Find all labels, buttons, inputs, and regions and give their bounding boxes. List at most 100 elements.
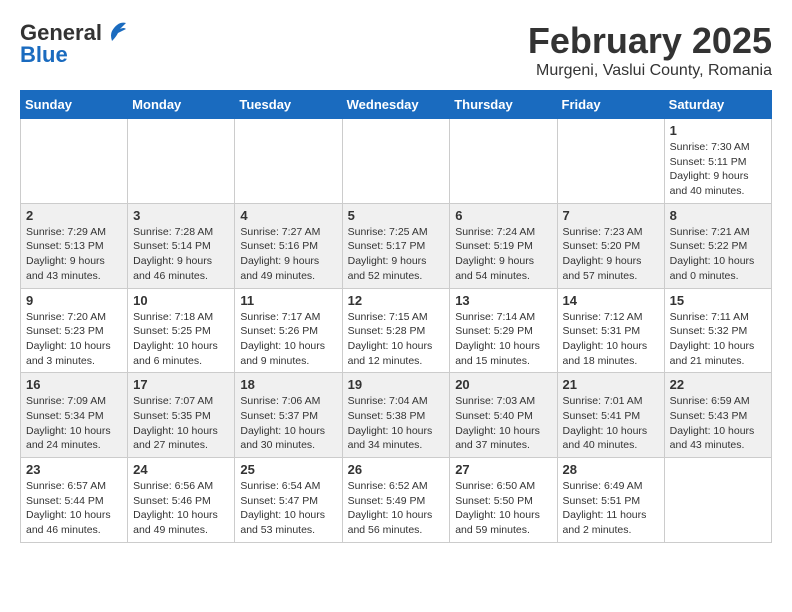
day-info: Sunrise: 6:57 AM Sunset: 5:44 PM Dayligh… [26, 479, 122, 538]
calendar-cell [235, 119, 342, 204]
day-number: 22 [670, 377, 766, 392]
day-info: Sunrise: 7:03 AM Sunset: 5:40 PM Dayligh… [455, 394, 551, 453]
day-info: Sunrise: 7:29 AM Sunset: 5:13 PM Dayligh… [26, 225, 122, 284]
day-info: Sunrise: 7:06 AM Sunset: 5:37 PM Dayligh… [240, 394, 336, 453]
column-header-friday: Friday [557, 91, 664, 119]
day-number: 18 [240, 377, 336, 392]
day-info: Sunrise: 6:49 AM Sunset: 5:51 PM Dayligh… [563, 479, 659, 538]
day-number: 28 [563, 462, 659, 477]
calendar-cell: 3Sunrise: 7:28 AM Sunset: 5:14 PM Daylig… [128, 203, 235, 288]
calendar-cell: 11 Sunrise: 7:17 AM Sunset: 5:26 PM Dayli… [235, 288, 342, 373]
calendar-title: February 2025 [528, 20, 772, 62]
day-info: Sunrise: 6:54 AM Sunset: 5:47 PM Dayligh… [240, 479, 336, 538]
logo-bird-icon [104, 19, 126, 41]
day-number: 12 [348, 293, 445, 308]
day-info: Sunrise: 6:56 AM Sunset: 5:46 PM Dayligh… [133, 479, 229, 538]
calendar-cell [21, 119, 128, 204]
day-info: Sunrise: 7:09 AM Sunset: 5:34 PM Dayligh… [26, 394, 122, 453]
calendar-week-row: 9Sunrise: 7:20 AM Sunset: 5:23 PM Daylig… [21, 288, 772, 373]
day-number: 25 [240, 462, 336, 477]
day-number: 16 [26, 377, 122, 392]
day-info: Sunrise: 7:15 AM Sunset: 5:28 PM Dayligh… [348, 310, 445, 369]
logo: General Blue [20, 20, 126, 68]
day-info: Sunrise: 7:18 AM Sunset: 5:25 PM Dayligh… [133, 310, 229, 369]
calendar-cell: 4 Sunrise: 7:27 AM Sunset: 5:16 PM Daylig… [235, 203, 342, 288]
day-number: 24 [133, 462, 229, 477]
day-number: 4 [240, 208, 336, 223]
calendar-cell: 27 Sunrise: 6:50 AM Sunset: 5:50 PM Dayli… [450, 458, 557, 543]
calendar-cell: 17 Sunrise: 7:07 AM Sunset: 5:35 PM Dayli… [128, 373, 235, 458]
calendar-cell: 19 Sunrise: 7:04 AM Sunset: 5:38 PM Dayli… [342, 373, 450, 458]
day-info: Sunrise: 6:50 AM Sunset: 5:50 PM Dayligh… [455, 479, 551, 538]
column-header-wednesday: Wednesday [342, 91, 450, 119]
day-info: Sunrise: 7:28 AM Sunset: 5:14 PM Dayligh… [133, 225, 229, 284]
calendar-cell: 15Sunrise: 7:11 AM Sunset: 5:32 PM Dayli… [664, 288, 771, 373]
day-info: Sunrise: 7:21 AM Sunset: 5:22 PM Dayligh… [670, 225, 766, 284]
day-number: 27 [455, 462, 551, 477]
calendar-cell [557, 119, 664, 204]
day-number: 1 [670, 123, 766, 138]
calendar-cell: 12 Sunrise: 7:15 AM Sunset: 5:28 PM Dayli… [342, 288, 450, 373]
day-number: 13 [455, 293, 551, 308]
day-info: Sunrise: 7:27 AM Sunset: 5:16 PM Dayligh… [240, 225, 336, 284]
day-info: Sunrise: 7:01 AM Sunset: 5:41 PM Dayligh… [563, 394, 659, 453]
calendar-cell: 10 Sunrise: 7:18 AM Sunset: 5:25 PM Dayli… [128, 288, 235, 373]
calendar-cell: 21 Sunrise: 7:01 AM Sunset: 5:41 PM Dayli… [557, 373, 664, 458]
day-number: 23 [26, 462, 122, 477]
calendar-cell [664, 458, 771, 543]
day-number: 8 [670, 208, 766, 223]
column-header-tuesday: Tuesday [235, 91, 342, 119]
day-info: Sunrise: 7:20 AM Sunset: 5:23 PM Dayligh… [26, 310, 122, 369]
day-number: 2 [26, 208, 122, 223]
day-info: Sunrise: 7:14 AM Sunset: 5:29 PM Dayligh… [455, 310, 551, 369]
title-block: February 2025 Murgeni, Vaslui County, Ro… [528, 20, 772, 80]
calendar-cell: 23 Sunrise: 6:57 AM Sunset: 5:44 PM Dayli… [21, 458, 128, 543]
calendar-cell: 16 Sunrise: 7:09 AM Sunset: 5:34 PM Dayli… [21, 373, 128, 458]
calendar-cell: 5 Sunrise: 7:25 AM Sunset: 5:17 PM Daylig… [342, 203, 450, 288]
calendar-cell: 18 Sunrise: 7:06 AM Sunset: 5:37 PM Dayli… [235, 373, 342, 458]
calendar-cell: 20 Sunrise: 7:03 AM Sunset: 5:40 PM Dayli… [450, 373, 557, 458]
calendar-cell: 8 Sunrise: 7:21 AM Sunset: 5:22 PM Daylig… [664, 203, 771, 288]
calendar-cell: 7Sunrise: 7:23 AM Sunset: 5:20 PM Daylig… [557, 203, 664, 288]
calendar-cell: 24 Sunrise: 6:56 AM Sunset: 5:46 PM Dayli… [128, 458, 235, 543]
calendar-cell: 28 Sunrise: 6:49 AM Sunset: 5:51 PM Dayli… [557, 458, 664, 543]
day-number: 21 [563, 377, 659, 392]
day-info: Sunrise: 6:52 AM Sunset: 5:49 PM Dayligh… [348, 479, 445, 538]
day-number: 20 [455, 377, 551, 392]
day-number: 5 [348, 208, 445, 223]
calendar-week-row: 23 Sunrise: 6:57 AM Sunset: 5:44 PM Dayli… [21, 458, 772, 543]
calendar-subtitle: Murgeni, Vaslui County, Romania [528, 62, 772, 80]
day-number: 11 [240, 293, 336, 308]
column-header-monday: Monday [128, 91, 235, 119]
calendar-week-row: 1 Sunrise: 7:30 AM Sunset: 5:11 PM Daylig… [21, 119, 772, 204]
page-header: General Blue February 2025 Murgeni, Vasl… [20, 20, 772, 80]
calendar-cell [450, 119, 557, 204]
calendar-cell: 14 Sunrise: 7:12 AM Sunset: 5:31 PM Dayli… [557, 288, 664, 373]
calendar-week-row: 2 Sunrise: 7:29 AM Sunset: 5:13 PM Daylig… [21, 203, 772, 288]
day-info: Sunrise: 7:30 AM Sunset: 5:11 PM Dayligh… [670, 140, 766, 199]
day-number: 14 [563, 293, 659, 308]
calendar-header-row: SundayMondayTuesdayWednesdayThursdayFrid… [21, 91, 772, 119]
calendar-cell [342, 119, 450, 204]
calendar-cell: 1 Sunrise: 7:30 AM Sunset: 5:11 PM Daylig… [664, 119, 771, 204]
day-number: 17 [133, 377, 229, 392]
calendar-table: SundayMondayTuesdayWednesdayThursdayFrid… [20, 90, 772, 543]
day-number: 19 [348, 377, 445, 392]
calendar-cell [128, 119, 235, 204]
day-info: Sunrise: 7:04 AM Sunset: 5:38 PM Dayligh… [348, 394, 445, 453]
calendar-cell: 25 Sunrise: 6:54 AM Sunset: 5:47 PM Dayli… [235, 458, 342, 543]
column-header-sunday: Sunday [21, 91, 128, 119]
day-info: Sunrise: 7:17 AM Sunset: 5:26 PM Dayligh… [240, 310, 336, 369]
day-number: 6 [455, 208, 551, 223]
day-info: Sunrise: 7:07 AM Sunset: 5:35 PM Dayligh… [133, 394, 229, 453]
day-info: Sunrise: 7:12 AM Sunset: 5:31 PM Dayligh… [563, 310, 659, 369]
calendar-week-row: 16 Sunrise: 7:09 AM Sunset: 5:34 PM Dayli… [21, 373, 772, 458]
day-info: Sunrise: 7:25 AM Sunset: 5:17 PM Dayligh… [348, 225, 445, 284]
calendar-cell: 9Sunrise: 7:20 AM Sunset: 5:23 PM Daylig… [21, 288, 128, 373]
calendar-cell: 2 Sunrise: 7:29 AM Sunset: 5:13 PM Daylig… [21, 203, 128, 288]
day-number: 10 [133, 293, 229, 308]
day-info: Sunrise: 7:24 AM Sunset: 5:19 PM Dayligh… [455, 225, 551, 284]
day-number: 7 [563, 208, 659, 223]
column-header-thursday: Thursday [450, 91, 557, 119]
day-info: Sunrise: 7:11 AM Sunset: 5:32 PM Dayligh… [670, 310, 766, 369]
